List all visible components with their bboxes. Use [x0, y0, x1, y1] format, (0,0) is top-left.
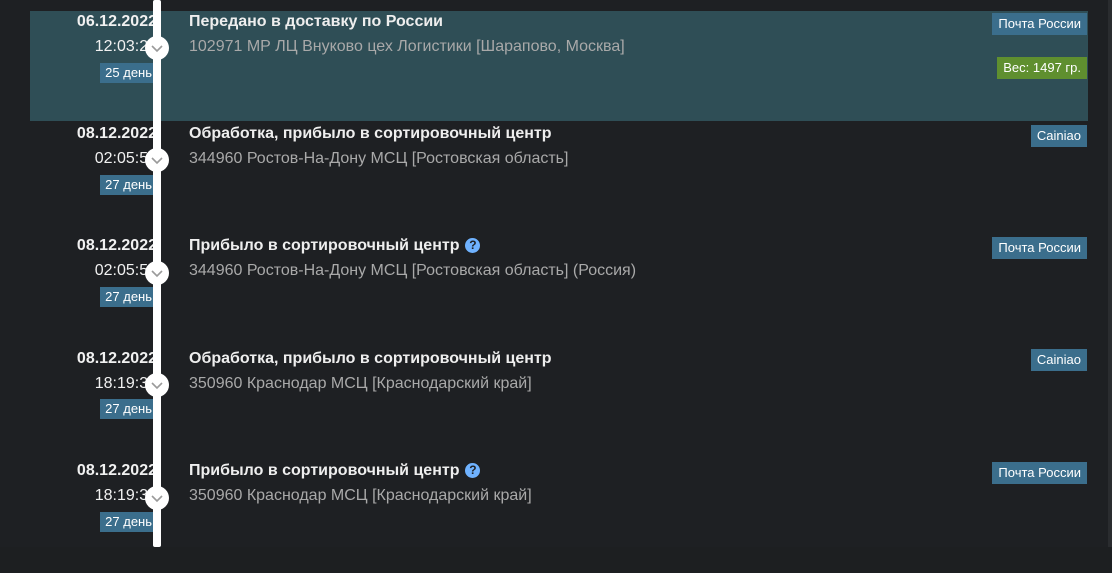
event-title-text: Прибыло в сортировочный центр: [189, 462, 460, 479]
event-date: 08.12.2022: [76, 125, 157, 142]
scrollbar-edge: [1108, 0, 1112, 547]
chevron-down-icon[interactable]: [145, 148, 169, 172]
carrier-badge: Cainiao: [1030, 349, 1087, 371]
carrier-badge: Почта России: [992, 13, 1087, 35]
event-date: 08.12.2022: [76, 237, 157, 254]
event-location: 350960 Краснодар МСЦ [Краснодарский край…: [189, 375, 532, 392]
chevron-down-icon[interactable]: [145, 261, 169, 285]
event-location: 350960 Краснодар МСЦ [Краснодарский край…: [189, 487, 532, 504]
tracking-timeline: 06.12.2022 12:03:21 25 день Передано в д…: [0, 0, 1112, 547]
chevron-down-icon[interactable]: [145, 36, 169, 60]
event-title: Обработка, прибыло в сортировочный центр: [189, 350, 552, 367]
carrier-badge: Cainiao: [1030, 125, 1087, 147]
event-location: 344960 Ростов-На-Дону МСЦ [Ростовская об…: [189, 150, 569, 167]
weight-badge: Вес: 1497 гр.: [997, 57, 1087, 79]
event-title: Прибыло в сортировочный центр?: [189, 462, 481, 480]
event-title: Прибыло в сортировочный центр?: [189, 237, 481, 255]
day-count-badge: 27 день: [100, 512, 157, 532]
carrier-badge: Почта России: [992, 237, 1087, 259]
help-icon[interactable]: ?: [465, 238, 481, 253]
carrier-badge: Почта России: [992, 462, 1087, 484]
event-title: Передано в доставку по России: [189, 13, 444, 30]
timeline-event-highlighted: 06.12.2022 12:03:21 25 день Передано в д…: [30, 11, 1088, 121]
timeline-event: 08.12.2022 18:19:31 27 день Обработка, п…: [30, 348, 1088, 460]
timeline-event: 08.12.2022 02:05:56 27 день Обработка, п…: [30, 123, 1088, 235]
event-title: Обработка, прибыло в сортировочный центр: [189, 125, 552, 142]
day-count-badge: 27 день: [100, 175, 157, 195]
day-count-badge: 25 день: [100, 63, 157, 83]
day-count-badge: 27 день: [100, 287, 157, 307]
timeline-event: 08.12.2022 02:05:56 27 день Прибыло в со…: [30, 236, 1088, 348]
event-date: 08.12.2022: [76, 462, 157, 479]
timeline-event: 08.12.2022 18:19:31 27 день Прибыло в со…: [30, 461, 1088, 573]
day-count-badge: 27 день: [100, 399, 157, 419]
event-location: 102971 МР ЛЦ Внуково цех Логистики [Шара…: [189, 38, 625, 55]
help-icon[interactable]: ?: [465, 463, 481, 478]
chevron-down-icon[interactable]: [145, 373, 169, 397]
event-location: 344960 Ростов-На-Дону МСЦ [Ростовская об…: [189, 262, 637, 279]
event-date: 06.12.2022: [76, 13, 157, 30]
event-title-text: Прибыло в сортировочный центр: [189, 237, 460, 254]
event-date: 08.12.2022: [76, 350, 157, 367]
chevron-down-icon[interactable]: [145, 486, 169, 510]
